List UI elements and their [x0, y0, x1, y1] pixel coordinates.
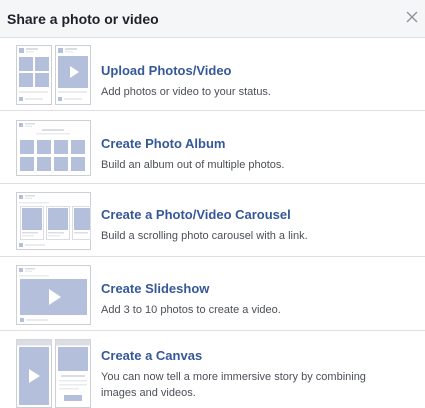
option-description: You can now tell a more immersive story …: [101, 371, 366, 399]
option-description: Build a scrolling photo carousel with a …: [101, 230, 308, 242]
upload-photos-thumbnail: [16, 45, 91, 105]
slideshow-thumbnail: [16, 265, 91, 325]
option-upload-photos-video[interactable]: Upload Photos/Video Add photos or video …: [0, 38, 425, 111]
option-title: Create Photo Album: [101, 136, 226, 151]
option-title: Create a Photo/Video Carousel: [101, 207, 291, 222]
option-create-carousel[interactable]: Create a Photo/Video Carousel Build a sc…: [0, 184, 425, 257]
option-title: Upload Photos/Video: [101, 63, 232, 78]
option-description: Add photos or video to your status.: [101, 86, 271, 98]
canvas-thumbnail: [16, 339, 91, 408]
option-create-canvas[interactable]: Create a Canvas You can now tell a more …: [0, 331, 425, 408]
option-description: Add 3 to 10 photos to create a video.: [101, 304, 281, 316]
share-photo-video-dialog: Share a photo or video Upload Photos/Vid…: [0, 0, 425, 408]
option-create-slideshow[interactable]: Create Slideshow Add 3 to 10 photos to c…: [0, 258, 425, 331]
option-title: Create Slideshow: [101, 281, 210, 296]
photo-album-thumbnail: [16, 120, 91, 176]
dialog-header: Share a photo or video: [0, 0, 425, 38]
option-description: Build an album out of multiple photos.: [101, 159, 285, 171]
dialog-title: Share a photo or video: [7, 11, 159, 27]
option-create-photo-album[interactable]: Create Photo Album Build an album out of…: [0, 111, 425, 184]
carousel-thumbnail: [16, 192, 91, 250]
close-icon[interactable]: [405, 10, 419, 24]
option-title: Create a Canvas: [101, 348, 203, 363]
